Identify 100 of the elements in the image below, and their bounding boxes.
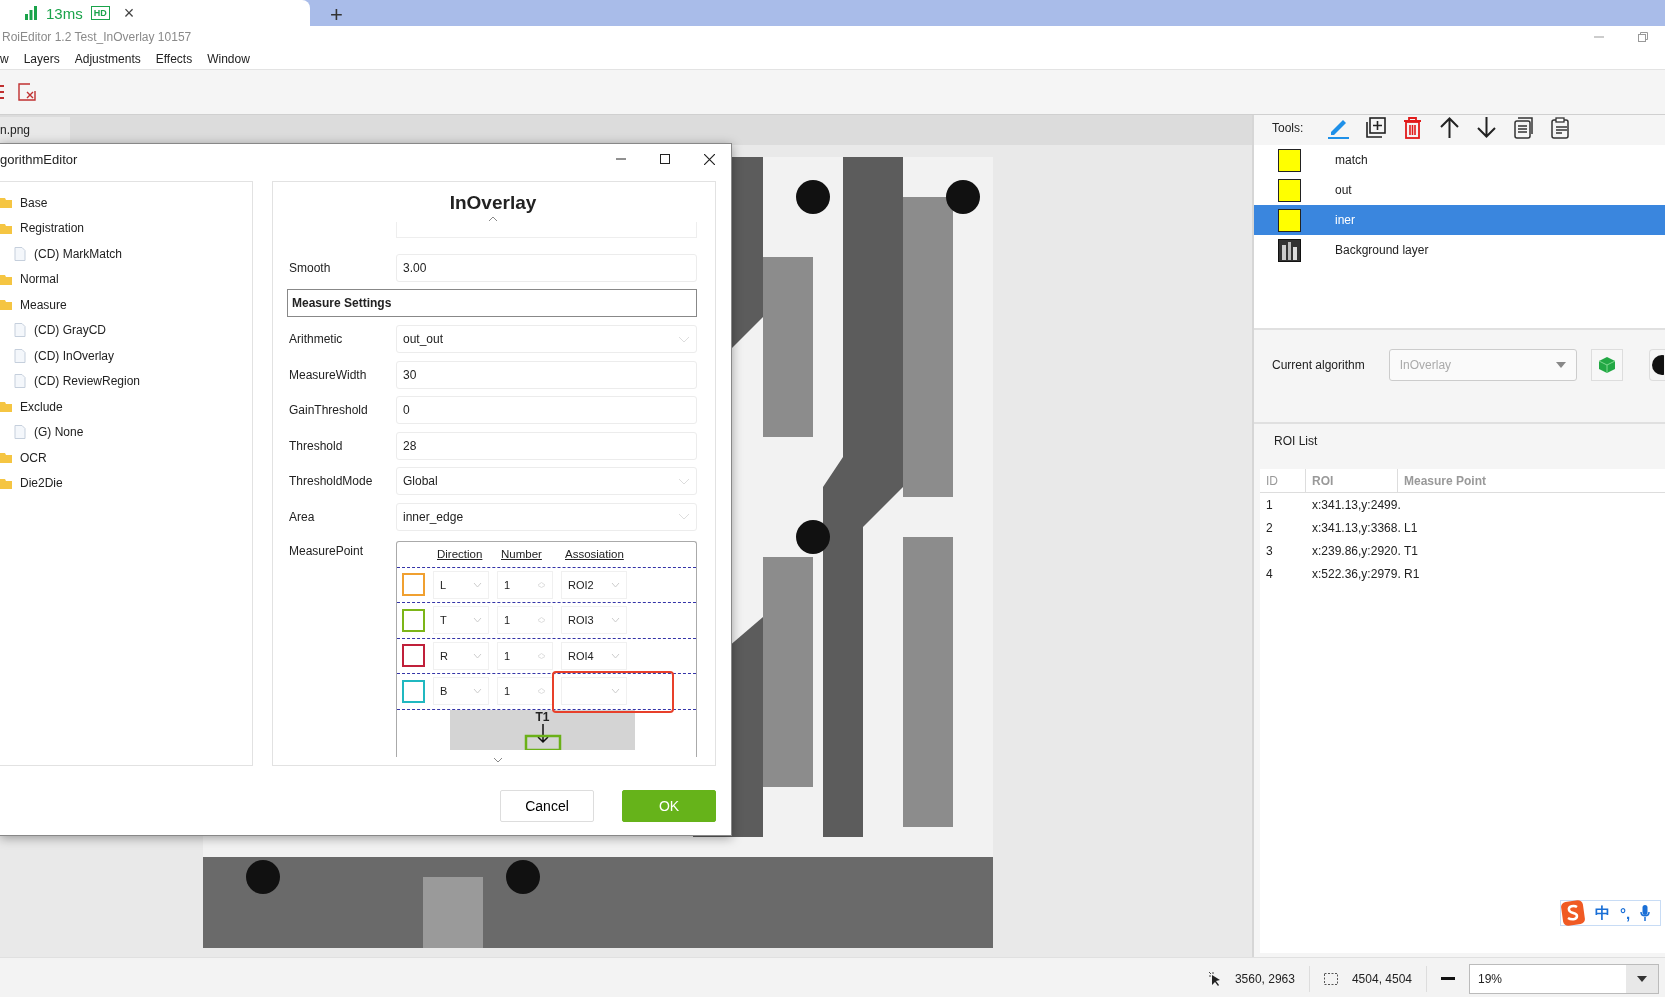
new-tab-button[interactable]: + <box>330 4 343 26</box>
column-header[interactable]: Assosiation <box>565 548 635 560</box>
number-field[interactable]: 1 <box>497 641 553 670</box>
maximize-icon[interactable] <box>660 154 670 164</box>
dropdown-field[interactable]: ROI4 <box>561 641 627 670</box>
chevron-down-icon <box>611 688 620 695</box>
tree-item[interactable]: (CD) ReviewRegion <box>0 368 252 394</box>
dropdown-field[interactable]: inner_edge <box>396 502 697 531</box>
tree-item[interactable]: Measure <box>0 292 252 318</box>
dropdown-field[interactable]: L <box>433 570 489 599</box>
input-field[interactable]: 30 <box>396 360 697 389</box>
microphone-icon[interactable] <box>1640 905 1651 921</box>
table-cell-text: 3 <box>1265 543 1274 558</box>
field-label: Area <box>289 509 316 524</box>
cursor-position: 3560, 2963 <box>1234 971 1295 986</box>
restore-icon[interactable] <box>1638 32 1648 42</box>
copy-icon[interactable] <box>1512 116 1536 139</box>
tree-item[interactable]: (G) None <box>0 419 252 445</box>
hd-badge: HD <box>90 6 110 20</box>
tree-item[interactable]: (CD) InOverlay <box>0 343 252 369</box>
tree-item[interactable]: Registration <box>0 215 252 241</box>
punctuation-mode-text[interactable]: °, <box>1620 904 1631 922</box>
field-label: Arithmetic <box>289 332 344 347</box>
input-mode-text[interactable]: 中 <box>1595 903 1610 923</box>
close-box-icon[interactable] <box>18 83 36 101</box>
field-label: MeasureWidth <box>289 367 368 382</box>
layer-row[interactable]: out <box>1254 175 1665 205</box>
selection-icon <box>1323 972 1338 985</box>
document-tab[interactable]: n.png <box>0 117 71 145</box>
field-label: GainThreshold <box>289 403 369 418</box>
dropdown-field[interactable]: ROI2 <box>561 570 627 599</box>
folder-icon <box>0 452 12 464</box>
tree-item[interactable]: (CD) MarkMatch <box>0 241 252 267</box>
close-icon[interactable] <box>703 153 715 165</box>
table-cell-text: 2 <box>1265 520 1274 535</box>
table-cell-text: 1 <box>1265 497 1274 512</box>
file-icon <box>14 374 26 389</box>
layer-row[interactable]: iner <box>1254 205 1665 235</box>
table-cell-text: x:522.36,y:2979. <box>1311 566 1398 581</box>
cube-button[interactable] <box>1590 349 1623 381</box>
menu-item[interactable]: Adjustments <box>74 51 141 66</box>
table-cell-text: L1 <box>1403 520 1418 535</box>
menu-item[interactable]: Effects <box>155 51 193 66</box>
number-field[interactable]: 1 <box>497 606 553 635</box>
input-field[interactable]: 28 <box>396 431 697 460</box>
chevron-down-icon <box>473 688 482 695</box>
chevron-down-icon <box>611 581 620 588</box>
input-field[interactable] <box>396 222 697 238</box>
field-label: ThresholdMode <box>289 474 374 489</box>
tree-item[interactable]: Die2Die <box>0 470 252 496</box>
chevron-down-icon <box>473 581 482 588</box>
latency-text: 13ms <box>46 4 83 22</box>
number-field[interactable]: 1 <box>497 570 553 599</box>
tree-item[interactable]: Base <box>0 190 252 216</box>
cancel-button[interactable]: Cancel <box>500 790 594 822</box>
table-cell-text: x:341.13,y:2499. <box>1311 497 1398 512</box>
layer-row[interactable]: Background layer <box>1254 235 1665 265</box>
zoom-out-icon[interactable] <box>1441 976 1455 981</box>
menu-item[interactable]: w <box>0 51 9 66</box>
column-header[interactable]: Direction <box>437 548 501 560</box>
dropdown-field[interactable]: Global <box>396 467 697 496</box>
zoom-dropdown[interactable]: 19% <box>1469 963 1659 994</box>
input-field[interactable]: 3.00 <box>396 253 697 282</box>
tree-item[interactable]: (CD) GrayCD <box>0 317 252 343</box>
browser-tab[interactable]: 13ms HD × <box>0 0 310 26</box>
input-field[interactable]: 0 <box>396 396 697 425</box>
caret-icon <box>1555 362 1566 368</box>
menu-item[interactable]: Layers <box>23 51 60 66</box>
image-size: 4504, 4504 <box>1351 971 1412 986</box>
round-button[interactable] <box>1649 349 1665 381</box>
dropdown-field[interactable]: out_out <box>396 325 697 354</box>
tree-item[interactable]: Normal <box>0 266 252 292</box>
window-title: RoiEditor 1.2 Test_InOverlay 10157 <box>2 30 193 44</box>
chevron-down-icon <box>473 617 482 624</box>
dropdown-field[interactable]: T <box>433 606 489 635</box>
menu-item[interactable]: Window <box>207 51 250 66</box>
dropdown-field[interactable]: R <box>433 641 489 670</box>
tab-close-button[interactable]: × <box>123 2 135 24</box>
dropdown-field[interactable] <box>561 677 627 706</box>
layer-row[interactable]: match <box>1254 145 1665 175</box>
measure-arrow-drawing <box>523 723 562 750</box>
scroll-down-icon[interactable] <box>494 758 502 763</box>
number-field[interactable]: 1 <box>497 677 553 706</box>
table-cell-text: 4 <box>1265 566 1274 581</box>
scroll-up-icon[interactable] <box>489 216 497 221</box>
add-layer-icon[interactable] <box>1364 116 1388 139</box>
tools-label: Tools: <box>1272 120 1304 135</box>
arrow-down-icon[interactable] <box>1475 116 1499 139</box>
dropdown-field[interactable]: B <box>433 677 489 706</box>
current-algorithm-label: Current algorithm <box>1272 358 1365 372</box>
tree-item[interactable]: Exclude <box>0 394 252 420</box>
dropdown-field[interactable]: ROI3 <box>561 606 627 635</box>
chevron-down-icon <box>611 617 620 624</box>
field-label: MeasurePoint <box>289 542 365 560</box>
field-label: Smooth <box>289 260 332 275</box>
chevron-down-icon <box>678 513 690 521</box>
tree-item[interactable]: OCR <box>0 445 252 471</box>
dialog-heading: InOverlay <box>448 192 538 214</box>
column-header[interactable]: Number <box>501 548 565 560</box>
list-icon[interactable] <box>0 84 4 100</box>
